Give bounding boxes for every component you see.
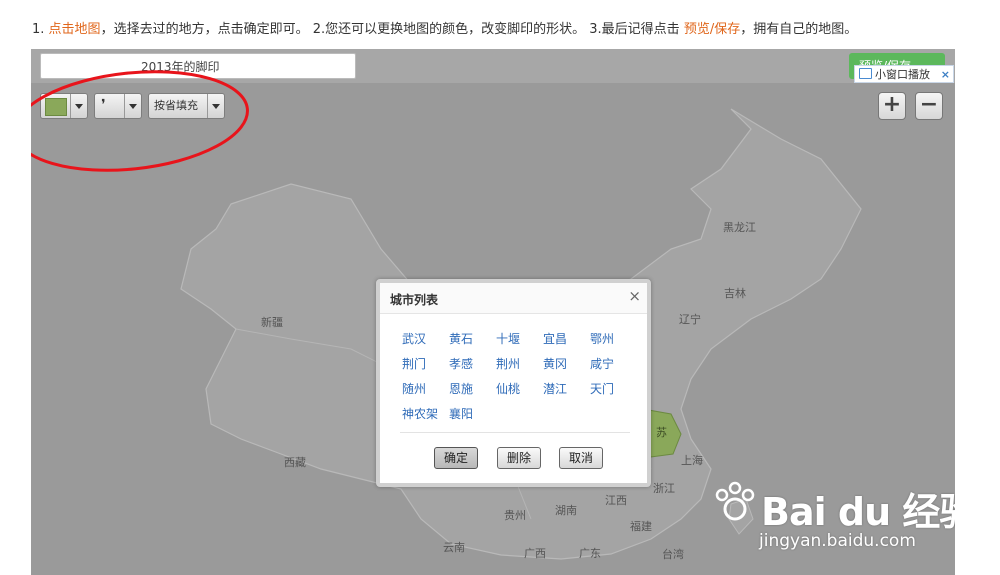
province-label[interactable]: 福建 — [630, 518, 652, 534]
chevron-down-icon[interactable] — [207, 94, 224, 118]
province-label[interactable]: 江西 — [605, 492, 627, 508]
city-link[interactable]: 荆门 — [402, 355, 426, 372]
color-picker[interactable] — [40, 93, 88, 119]
province-label[interactable]: 西藏 — [284, 454, 306, 470]
step1-number: 1. — [32, 22, 45, 37]
city-link[interactable]: 神农架 — [402, 405, 438, 422]
step2-text: 2.您还可以更换地图的颜色，改变脚印的形状。 — [312, 22, 586, 37]
delete-button[interactable]: 删除 — [497, 447, 541, 469]
province-label-selected[interactable]: 苏 — [656, 424, 667, 440]
footprint-map[interactable]: 新疆 西藏 黑龙江 吉林 辽宁 上海 浙江 江西 湖南 福建 贵州 云南 广西 … — [31, 49, 955, 575]
city-link[interactable]: 潜江 — [543, 380, 567, 397]
city-link[interactable]: 仙桃 — [496, 380, 520, 397]
province-label[interactable]: 辽宁 — [679, 311, 701, 327]
city-link[interactable]: 恩施 — [449, 380, 473, 397]
click-map-link[interactable]: 点击地图 — [49, 22, 101, 37]
chevron-down-icon[interactable] — [70, 94, 87, 118]
city-link[interactable]: 武汉 — [402, 330, 426, 347]
city-link[interactable]: 襄阳 — [449, 405, 473, 422]
dialog-divider — [400, 432, 630, 433]
footprint-icon: ❜ — [101, 97, 106, 113]
province-label[interactable]: 吉林 — [724, 285, 746, 301]
zoom-in-button[interactable]: + — [878, 92, 906, 120]
province-label[interactable]: 浙江 — [653, 480, 675, 496]
step1-text: ，选择去过的地方，点击确定即可。 — [100, 22, 309, 37]
map-title-input[interactable]: 2013年的脚印 — [40, 53, 356, 79]
tv-icon — [859, 68, 872, 79]
instructions: 1. 点击地图，选择去过的地方，点击确定即可。 2.您还可以更换地图的颜色，改变… — [32, 18, 857, 37]
confirm-button[interactable]: 确定 — [434, 447, 478, 469]
province-label[interactable]: 广东 — [579, 545, 601, 561]
city-link[interactable]: 黄冈 — [543, 355, 567, 372]
province-label[interactable]: 湖南 — [555, 502, 577, 518]
city-list-dialog: 城市列表 × 武汉 黄石 十堰 宜昌 鄂州 荆门 孝感 荆州 黄冈 咸宁 随州 … — [376, 279, 651, 487]
step3-rest-text: ，拥有自己的地图。 — [740, 22, 858, 37]
zoom-out-button[interactable]: − — [915, 92, 943, 120]
province-label[interactable]: 贵州 — [504, 507, 526, 523]
close-icon[interactable]: × — [941, 66, 950, 84]
city-link[interactable]: 荆州 — [496, 355, 520, 372]
city-link[interactable]: 孝感 — [449, 355, 473, 372]
footprint-shape-picker[interactable]: ❜ — [94, 93, 142, 119]
chevron-down-icon[interactable] — [124, 94, 141, 118]
city-link[interactable]: 鄂州 — [590, 330, 614, 347]
city-link[interactable]: 随州 — [402, 380, 426, 397]
paw-logo-icon — [715, 481, 755, 521]
dialog-title: 城市列表 — [390, 293, 439, 307]
province-label[interactable]: 云南 — [443, 539, 465, 555]
fill-mode-label: 按省填充 — [154, 99, 198, 112]
city-link[interactable]: 十堰 — [496, 330, 520, 347]
province-label[interactable]: 上海 — [681, 452, 703, 468]
map-topbar: 2013年的脚印 预览/保存 — [31, 49, 955, 83]
province-label[interactable]: 台湾 — [662, 546, 684, 562]
color-swatch — [45, 98, 67, 116]
province-label[interactable]: 广西 — [524, 545, 546, 561]
preview-save-link[interactable]: 预览/保存 — [684, 22, 740, 37]
cancel-button[interactable]: 取消 — [559, 447, 603, 469]
province-label[interactable]: 新疆 — [261, 314, 283, 330]
province-label[interactable]: 黑龙江 — [723, 219, 756, 235]
step3-text: 3.最后记得点击 — [589, 22, 680, 37]
fill-mode-select[interactable]: 按省填充 — [148, 93, 225, 119]
city-link[interactable]: 宜昌 — [543, 330, 567, 347]
close-icon[interactable]: × — [628, 287, 641, 305]
mini-window-play-button[interactable]: 小窗口播放 × — [854, 65, 954, 83]
watermark-brand: Bai du 经验 — [761, 490, 955, 534]
watermark-url: jingyan.baidu.com — [759, 531, 916, 551]
city-link[interactable]: 天门 — [590, 380, 614, 397]
city-link[interactable]: 咸宁 — [590, 355, 614, 372]
city-link[interactable]: 黄石 — [449, 330, 473, 347]
